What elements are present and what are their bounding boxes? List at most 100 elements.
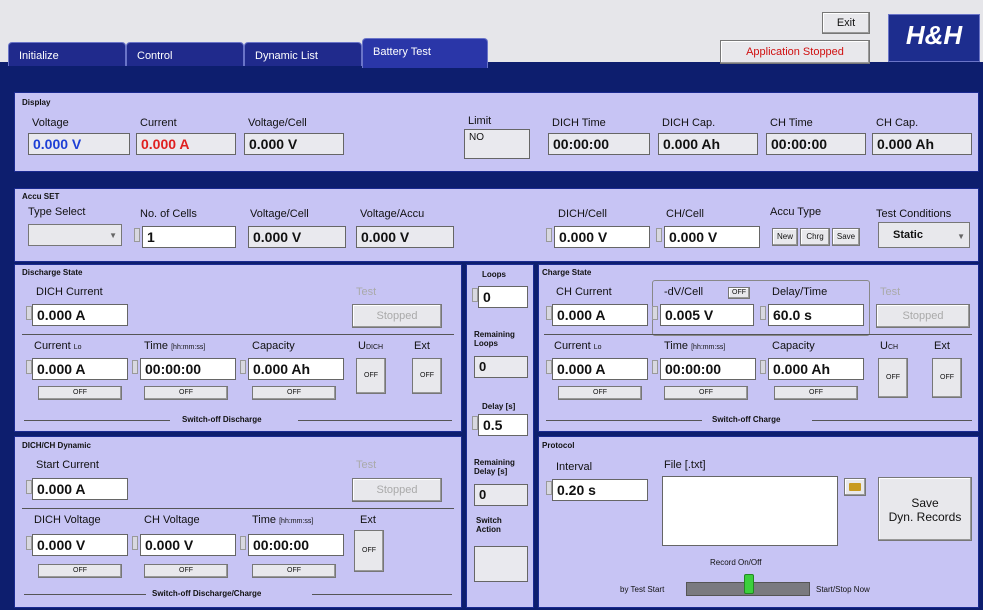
- ch-time-label: CH Time: [770, 117, 813, 129]
- dis-current-off-button[interactable]: OFF: [38, 386, 122, 400]
- divider: [22, 334, 454, 335]
- dyn-time-spinner[interactable]: [240, 536, 246, 550]
- test-conditions-label: Test Conditions: [876, 208, 952, 220]
- voltage-display: 0.000 V: [28, 133, 130, 155]
- ch-cell-spinner[interactable]: [656, 228, 662, 242]
- dis-capacity-off-button[interactable]: OFF: [252, 386, 336, 400]
- dyn-ext-off-button[interactable]: OFF: [354, 530, 384, 572]
- tab-label: Control: [137, 50, 173, 62]
- test-conditions-dropdown[interactable]: Static ▼: [878, 222, 970, 248]
- tab-control[interactable]: Control: [126, 42, 244, 66]
- vcell-display: 0.000 V: [244, 133, 344, 155]
- cells-input[interactable]: 1: [142, 226, 236, 248]
- dich-cell-input[interactable]: 0.000 V: [554, 226, 650, 248]
- ch-capacity-spinner[interactable]: [760, 360, 766, 374]
- loops-input[interactable]: 0: [478, 286, 528, 308]
- ch-time-input[interactable]: 00:00:00: [660, 358, 756, 380]
- loops-label: Loops: [482, 270, 506, 279]
- divider: [544, 334, 972, 335]
- tab-dynamic-list[interactable]: Dynamic List: [244, 42, 362, 66]
- limit-label: Limit: [468, 115, 492, 127]
- dichv-off-button[interactable]: OFF: [38, 564, 122, 578]
- chv-off-button[interactable]: OFF: [144, 564, 228, 578]
- dyn-time-off-button[interactable]: OFF: [252, 564, 336, 578]
- dis-capacity-spinner[interactable]: [240, 360, 246, 374]
- chevron-down-icon: ▼: [109, 231, 117, 240]
- charge-stopped-button[interactable]: Stopped: [876, 304, 970, 328]
- type-select-dropdown[interactable]: ▼: [28, 224, 122, 246]
- dis-capacity-input[interactable]: 0.000 Ah: [248, 358, 344, 380]
- dis-time-off-button[interactable]: OFF: [144, 386, 228, 400]
- divider: [812, 420, 972, 421]
- dich-cell-spinner[interactable]: [546, 228, 552, 242]
- divider: [24, 594, 146, 595]
- dich-cap-label: DICH Cap.: [662, 117, 716, 129]
- ch-lo-off-button[interactable]: OFF: [558, 386, 642, 400]
- switch-action-label: Switch Action: [476, 516, 502, 534]
- dichv-input[interactable]: 0.000 V: [32, 534, 128, 556]
- dich-current-input[interactable]: 0.000 A: [32, 304, 128, 326]
- dyn-records-label: Dyn. Records: [888, 510, 962, 524]
- dich-time-display: 00:00:00: [548, 133, 650, 155]
- delay-time-label: Delay/Time: [772, 286, 828, 298]
- discharge-stopped-button[interactable]: Stopped: [352, 304, 442, 328]
- ch-ext-off-button[interactable]: OFF: [932, 358, 962, 398]
- chevron-down-icon: ▼: [957, 232, 965, 241]
- dich-cell-label: DICH/Cell: [558, 208, 607, 220]
- divider: [546, 420, 702, 421]
- dv-spinner[interactable]: [652, 306, 658, 320]
- tab-label: Initialize: [19, 50, 59, 62]
- save-dyn-records-button[interactable]: Save Dyn. Records: [878, 477, 972, 541]
- switch-off-dc-label: Switch-off Discharge/Charge: [152, 589, 262, 598]
- ch-cell-input[interactable]: 0.000 V: [664, 226, 760, 248]
- start-current-label: Start Current: [36, 459, 99, 471]
- ch-time-off-button[interactable]: OFF: [664, 386, 748, 400]
- dyn-stopped-button[interactable]: Stopped: [352, 478, 442, 502]
- record-slider-thumb[interactable]: [744, 574, 754, 594]
- tab-battery-test[interactable]: Battery Test: [362, 38, 488, 68]
- ch-lo-input[interactable]: 0.000 A: [552, 358, 648, 380]
- accu-set-panel: [14, 188, 979, 262]
- exit-button[interactable]: Exit: [822, 12, 870, 34]
- file-path-field[interactable]: [662, 476, 838, 546]
- dynamic-title: DICH/CH Dynamic: [22, 441, 91, 450]
- ch-current-input[interactable]: 0.000 A: [552, 304, 648, 326]
- delay-time-spinner[interactable]: [760, 306, 766, 320]
- accu-new-button[interactable]: New: [772, 228, 798, 246]
- test-conditions-value: Static: [893, 229, 923, 241]
- ch-time-spinner[interactable]: [652, 360, 658, 374]
- accu-save-button[interactable]: Save: [832, 228, 860, 246]
- start-current-input[interactable]: 0.000 A: [32, 478, 128, 500]
- dich-time-label: DICH Time: [552, 117, 606, 129]
- dyn-time-input[interactable]: 00:00:00: [248, 534, 344, 556]
- chv-input[interactable]: 0.000 V: [140, 534, 236, 556]
- dis-time-input[interactable]: 00:00:00: [140, 358, 236, 380]
- dis-current-input[interactable]: 0.000 A: [32, 358, 128, 380]
- dv-toggle-button[interactable]: OFF: [728, 287, 750, 299]
- dis-ext-off-button[interactable]: OFF: [412, 358, 442, 394]
- dyn-test-label: Test: [356, 459, 377, 471]
- protocol-title: Protocol: [542, 441, 575, 450]
- dv-input[interactable]: 0.005 V: [660, 304, 754, 326]
- dich-current-label: DICH Current: [36, 286, 103, 298]
- accu-vcell-display: 0.000 V: [248, 226, 346, 248]
- chv-spinner[interactable]: [132, 536, 138, 550]
- tab-initialize[interactable]: Initialize: [8, 42, 126, 66]
- ch-current-label: CH Current: [556, 286, 612, 298]
- dis-time-spinner[interactable]: [132, 360, 138, 374]
- dis-current-label: Current Lo: [34, 340, 82, 352]
- divider: [312, 594, 452, 595]
- cells-spinner[interactable]: [134, 228, 140, 242]
- uch-off-button[interactable]: OFF: [878, 358, 908, 398]
- accu-type-label: Accu Type: [770, 206, 822, 218]
- accu-chrg-button[interactable]: Chrg: [800, 228, 830, 246]
- udich-off-button[interactable]: OFF: [356, 358, 386, 394]
- interval-input[interactable]: 0.20 s: [552, 479, 648, 501]
- divider: [24, 420, 170, 421]
- delay-input[interactable]: 0.5: [478, 414, 528, 436]
- delay-time-input[interactable]: 60.0 s: [768, 304, 864, 326]
- file-label: File [.txt]: [664, 459, 706, 471]
- ch-capacity-off-button[interactable]: OFF: [774, 386, 858, 400]
- folder-browse-button[interactable]: [844, 478, 866, 496]
- ch-capacity-input[interactable]: 0.000 Ah: [768, 358, 864, 380]
